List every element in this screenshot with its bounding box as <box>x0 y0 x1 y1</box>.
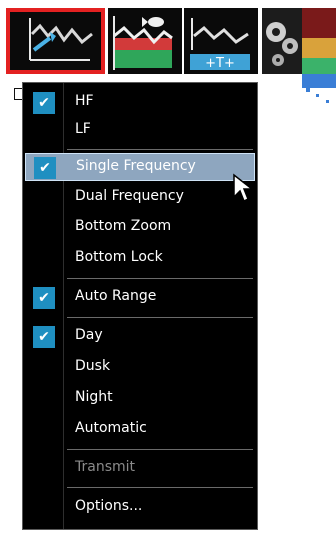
menu-separator <box>67 278 253 279</box>
menu-item-options[interactable]: Options... <box>23 494 257 522</box>
menu-item-label: Single Frequency <box>76 158 196 174</box>
mouse-cursor-icon <box>233 173 254 203</box>
menu-item-transmit: Transmit <box>23 455 257 483</box>
sonar-fish-button[interactable] <box>108 8 182 74</box>
menu-separator <box>67 317 253 318</box>
menu-item-label: Bottom Zoom <box>75 218 172 234</box>
toolbar: +T+ <box>0 0 336 103</box>
menu-item-single-frequency[interactable]: ✔ Single Frequency <box>25 153 255 181</box>
menu-item-dusk[interactable]: Dusk <box>23 354 257 382</box>
sonar-options-menu: ✔ HF LF ✔ Single Frequency Dual Frequenc… <box>22 82 258 530</box>
sonar-zoom-button[interactable]: +T+ <box>184 8 258 74</box>
checkmark-icon: ✔ <box>34 157 56 179</box>
menu-item-auto-range[interactable]: ✔ Auto Range <box>23 284 257 312</box>
menu-item-label: Dual Frequency <box>75 188 184 204</box>
sonar-display-edge <box>302 8 336 108</box>
menu-item-label: Auto Range <box>75 288 157 304</box>
menu-item-label: Night <box>75 389 113 405</box>
menu-item-label: HF <box>75 93 94 109</box>
sonar-range-arrow-icon <box>29 18 93 61</box>
menu-item-label: Automatic <box>75 420 147 436</box>
checkmark-icon: ✔ <box>33 287 55 309</box>
menu-item-lf[interactable]: LF <box>23 117 257 145</box>
menu-item-bottom-zoom[interactable]: Bottom Zoom <box>23 214 257 242</box>
checkmark-icon: ✔ <box>33 92 55 114</box>
gears-settings-icon <box>266 22 298 66</box>
menu-item-label: Options... <box>75 498 143 514</box>
menu-item-label: Transmit <box>75 459 136 475</box>
menu-item-night[interactable]: Night <box>23 385 257 413</box>
settings-button[interactable] <box>262 8 302 74</box>
menu-item-label: Dusk <box>75 358 111 374</box>
sonar-zoom-controls-icon: +T+ <box>190 18 250 71</box>
menu-item-day[interactable]: ✔ Day <box>23 323 257 351</box>
menu-item-bottom-lock[interactable]: Bottom Lock <box>23 245 257 273</box>
menu-separator <box>67 149 253 150</box>
menu-item-dual-frequency[interactable]: Dual Frequency <box>23 184 257 212</box>
menu-separator <box>67 449 253 450</box>
checkmark-icon: ✔ <box>33 326 55 348</box>
sonar-fish-icon <box>113 16 173 70</box>
menu-item-automatic[interactable]: Automatic <box>23 416 257 444</box>
menu-item-label: Day <box>75 327 103 343</box>
menu-item-label: Bottom Lock <box>75 249 163 265</box>
menu-item-label: LF <box>75 121 91 137</box>
sonar-range-button[interactable] <box>6 8 105 74</box>
menu-separator <box>67 487 253 488</box>
svg-text:+T+: +T+ <box>205 56 235 71</box>
menu-item-hf[interactable]: ✔ HF <box>23 89 257 117</box>
